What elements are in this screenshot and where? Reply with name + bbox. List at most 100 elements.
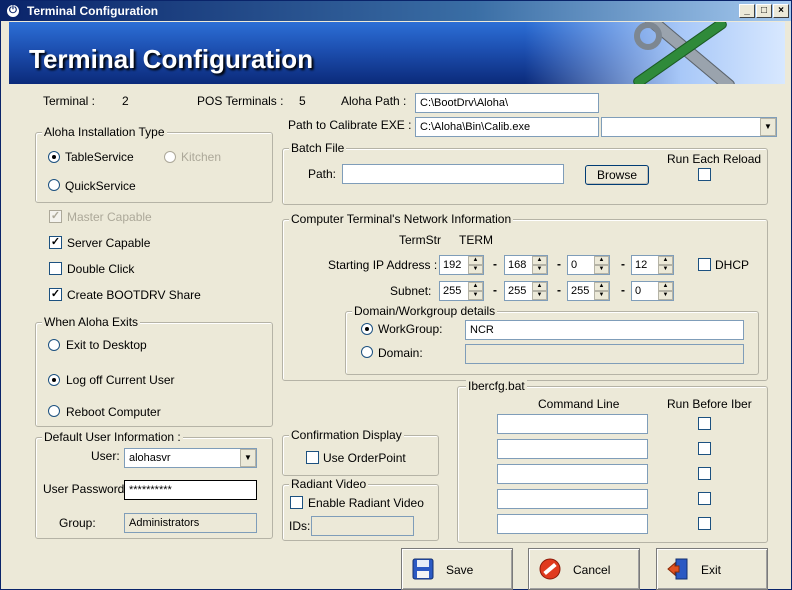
workgroup-radio[interactable] (361, 323, 373, 335)
command-line-field-5[interactable] (497, 514, 648, 534)
dhcp-checkbox[interactable] (698, 258, 711, 271)
quickservice-radio[interactable] (48, 179, 60, 191)
command-line-field-1[interactable] (497, 414, 648, 434)
reboot-radio[interactable] (48, 405, 60, 417)
log-off-radio[interactable] (48, 374, 60, 386)
tableservice-radio[interactable] (48, 151, 60, 163)
ip-octet-4[interactable]: 12 ▲ ▼ (631, 255, 674, 275)
server-capable-label: Server Capable (67, 236, 151, 250)
calibrate-path-field[interactable]: C:\Aloha\Bin\Calib.exe (415, 117, 599, 137)
user-select[interactable]: alohasvr (124, 448, 257, 468)
cancel-button[interactable]: Cancel (528, 548, 640, 590)
terminal-value: 2 (122, 94, 129, 108)
master-capable-checkbox[interactable]: ✓ (49, 210, 62, 223)
spinner-arrows[interactable]: ▲ ▼ (658, 282, 673, 300)
termstr-value: TERM (459, 233, 493, 247)
workgroup-label: WorkGroup: (378, 322, 443, 336)
calibrate-combo[interactable] (601, 117, 777, 137)
spinner-arrows[interactable]: ▲ ▼ (532, 256, 547, 274)
subnet-octet-1[interactable]: 255 ▲ ▼ (439, 281, 484, 301)
exit-group-title: When Aloha Exits (42, 315, 141, 329)
subnet-label: Subnet: (390, 284, 432, 298)
termstr-label: TermStr (399, 233, 441, 247)
kitchen-radio[interactable] (164, 151, 176, 163)
reboot-label: Reboot Computer (66, 405, 161, 419)
close-button[interactable]: × (773, 4, 789, 18)
log-off-label: Log off Current User (66, 373, 175, 387)
ids-label: IDs: (289, 519, 311, 533)
run-each-reload-label: Run Each Reload (667, 152, 762, 166)
subnet-dash: - (621, 283, 625, 297)
ibercfg-title: Ibercfg.bat (466, 379, 527, 393)
calibrate-label: Path to Calibrate EXE : (288, 118, 412, 132)
domain-label: Domain: (378, 346, 423, 360)
domain-radio[interactable] (361, 346, 373, 358)
subnet-octet-4[interactable]: 0 ▲ ▼ (631, 281, 674, 301)
exit-button[interactable]: Exit (656, 548, 768, 590)
title-bar[interactable]: ⏻ Terminal Configuration _ □ × (1, 1, 791, 21)
enable-radiant-checkbox[interactable] (290, 496, 303, 509)
spinner-arrows[interactable]: ▲ ▼ (532, 282, 547, 300)
spinner-arrows[interactable]: ▲ ▼ (658, 256, 673, 274)
subnet-dash: - (557, 283, 561, 297)
run-before-iber-checkbox-4[interactable] (698, 492, 711, 505)
subnet-octet-3[interactable]: 255 ▲ ▼ (567, 281, 610, 301)
minimize-button[interactable]: _ (739, 4, 755, 18)
ip-octet-1[interactable]: 192 ▲ ▼ (439, 255, 484, 275)
cancel-icon (539, 558, 561, 580)
user-info-title: Default User Information : (42, 430, 183, 444)
run-before-iber-checkbox-1[interactable] (698, 417, 711, 430)
user-dropdown-icon[interactable]: ▼ (240, 449, 256, 467)
double-click-checkbox[interactable] (49, 262, 62, 275)
ip-octet-2[interactable]: 168 ▲ ▼ (504, 255, 548, 275)
chevron-down-icon[interactable]: ▼ (760, 118, 776, 136)
save-label: Save (446, 563, 474, 577)
command-line-field-4[interactable] (497, 489, 648, 509)
group-label: Group: (59, 516, 96, 530)
ids-field[interactable] (311, 516, 414, 536)
exit-label: Exit (701, 563, 722, 577)
ip-octet-3[interactable]: 0 ▲ ▼ (567, 255, 610, 275)
run-before-iber-checkbox-2[interactable] (698, 442, 711, 455)
aloha-path-field[interactable]: C:\BootDrv\Aloha\ (415, 93, 599, 113)
run-each-reload-checkbox[interactable] (698, 168, 711, 181)
command-line-field-2[interactable] (497, 439, 648, 459)
create-bootdrv-label: Create BOOTDRV Share (67, 288, 201, 302)
use-orderpoint-label: Use OrderPoint (323, 451, 406, 465)
installation-type-title: Aloha Installation Type (42, 125, 167, 139)
create-bootdrv-checkbox[interactable]: ✓ (49, 288, 62, 301)
terminal-config-window: ⏻ Terminal Configuration _ □ × Terminal … (0, 0, 792, 590)
run-before-iber-checkbox-3[interactable] (698, 467, 711, 480)
exit-desktop-radio[interactable] (48, 339, 60, 351)
command-line-field-3[interactable] (497, 464, 648, 484)
exit-desktop-label: Exit to Desktop (66, 338, 147, 352)
pos-terminals-value: 5 (299, 94, 306, 108)
dhcp-label: DHCP (715, 258, 750, 272)
browse-button[interactable]: Browse (585, 165, 649, 185)
batch-path-field[interactable] (342, 164, 564, 184)
terminal-label: Terminal : (43, 94, 96, 108)
password-field[interactable]: ********** (124, 480, 257, 500)
master-capable-label: Master Capable (67, 210, 152, 224)
command-line-header: Command Line (538, 397, 620, 411)
maximize-button[interactable]: □ (756, 4, 772, 18)
spinner-arrows[interactable]: ▲ ▼ (594, 282, 609, 300)
spinner-arrows[interactable]: ▲ ▼ (594, 256, 609, 274)
tools-icon (633, 22, 735, 84)
server-capable-checkbox[interactable]: ✓ (49, 236, 62, 249)
spinner-arrows[interactable]: ▲ ▼ (468, 256, 483, 274)
spinner-arrows[interactable]: ▲ ▼ (468, 282, 483, 300)
exit-door-icon (667, 558, 688, 580)
save-button[interactable]: Save (401, 548, 513, 590)
run-before-iber-checkbox-5[interactable] (698, 517, 711, 530)
subnet-octet-2[interactable]: 255 ▲ ▼ (504, 281, 548, 301)
ip-dash: - (493, 257, 497, 271)
domain-group-title: Domain/Workgroup details (352, 304, 498, 318)
use-orderpoint-checkbox[interactable] (306, 451, 319, 464)
app-icon[interactable]: ⏻ (5, 3, 21, 19)
confirmation-title: Confirmation Display (289, 428, 404, 442)
workgroup-field[interactable]: NCR (465, 320, 744, 340)
ip-label: Starting IP Address : (328, 258, 438, 272)
domain-field[interactable] (465, 344, 744, 364)
pos-terminals-label: POS Terminals : (197, 94, 284, 108)
